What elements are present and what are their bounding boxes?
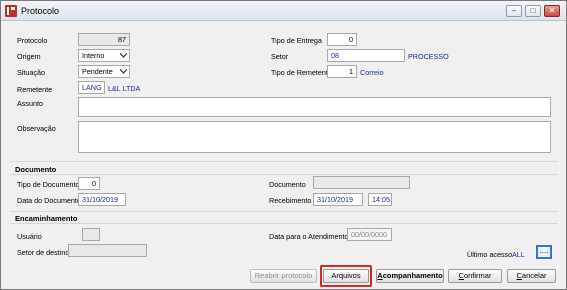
app-icon [5, 5, 17, 17]
setor-destino-field[interactable] [68, 244, 147, 257]
data-documento-field[interactable]: 31/10/2019 [78, 193, 126, 206]
documento-field[interactable] [313, 176, 410, 189]
ultimo-acesso-value: ALL [512, 250, 525, 259]
documento-label: Documento [269, 180, 306, 189]
observacao-field[interactable] [78, 121, 551, 153]
setor-code-field[interactable]: 08 [327, 49, 405, 62]
reabrir-protocolo-button[interactable]: Reabrir protocolo [250, 269, 317, 283]
acompanhamento-button[interactable]: Acompanhamento [376, 269, 444, 283]
protocolo-field[interactable]: 87 [78, 33, 130, 46]
usuario-field[interactable] [82, 228, 100, 241]
documento-divider [10, 161, 558, 162]
situacao-select[interactable]: Pendente [78, 65, 130, 78]
tipo-entrega-field[interactable]: 0 [327, 33, 357, 46]
recebimento-date-field[interactable]: 31/10/2019 [313, 193, 363, 206]
origem-select[interactable]: Interno [78, 49, 130, 62]
tipo-documento-label: Tipo de Documento [17, 180, 80, 189]
tipo-documento-field[interactable]: 0 [78, 177, 100, 190]
setor-label: Setor [271, 52, 289, 61]
usuario-label: Usuário [17, 232, 42, 241]
remetente-code-field[interactable]: LANG [78, 81, 105, 94]
ultimo-acesso-label: Último acesso [467, 250, 513, 259]
recebimento-label: Recebimento [269, 196, 312, 205]
encaminhamento-title-divider [10, 223, 558, 224]
arquivos-button[interactable]: Arquivos [323, 269, 369, 283]
encaminhamento-section-title: Encaminhamento [15, 214, 78, 223]
documento-title-divider [10, 174, 558, 175]
tipo-remetente-field[interactable]: 1 [327, 65, 357, 78]
maximize-button[interactable]: □ [525, 5, 541, 17]
tipo-remetente-label: Tipo de Remetente [271, 68, 332, 77]
data-atendimento-label: Data para o Atendimento [269, 232, 349, 241]
protocolo-label: Protocolo [17, 36, 48, 45]
setor-destino-label: Setor de destino [17, 248, 70, 257]
window-title: Protocolo [21, 6, 60, 16]
data-atendimento-field[interactable]: 00/00/0000 [347, 228, 392, 241]
cancelar-button[interactable]: Cancelar [507, 269, 556, 283]
remetente-name: L&L LTDA [108, 84, 141, 93]
setor-name: PROCESSO [408, 52, 449, 61]
origem-label: Origem [17, 52, 41, 61]
situacao-label: Situação [17, 68, 45, 77]
close-button[interactable]: ✕ [544, 5, 560, 17]
ellipsis-button[interactable]: .... [536, 245, 552, 259]
origem-value: Interno [82, 51, 105, 60]
documento-section-title: Documento [15, 165, 57, 174]
data-documento-label: Data do Documento [17, 196, 81, 205]
tipo-remetente-name: Correio [360, 68, 384, 77]
title-bar[interactable]: Protocolo – □ ✕ [1, 1, 566, 21]
chevron-down-icon [120, 53, 127, 58]
protocolo-window: Protocolo – □ ✕ Protocolo 87 Origem Inte… [0, 0, 567, 290]
chevron-down-icon [120, 69, 127, 74]
recebimento-time-field[interactable]: 14:05 [368, 193, 392, 206]
confirmar-button[interactable]: Confirmar [448, 269, 502, 283]
observacao-label: Observação [17, 124, 56, 133]
situacao-value: Pendente [82, 67, 113, 76]
remetente-label: Remetente [17, 85, 53, 94]
minimize-button[interactable]: – [506, 5, 522, 17]
tipo-entrega-label: Tipo de Entrega [271, 36, 322, 45]
assunto-label: Assunto [17, 99, 43, 108]
encaminhamento-divider [10, 211, 558, 212]
assunto-field[interactable] [78, 97, 551, 117]
